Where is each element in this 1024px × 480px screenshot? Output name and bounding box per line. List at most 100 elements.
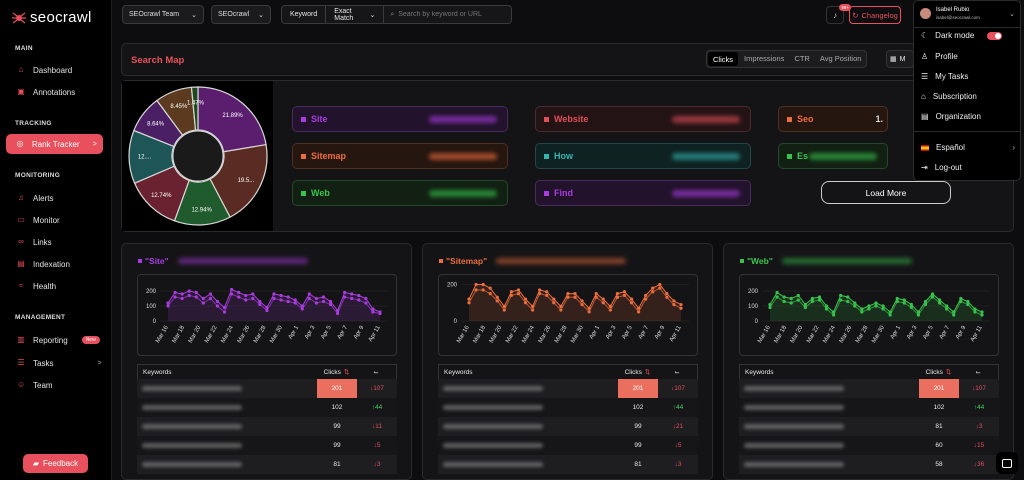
data-point[interactable] [824,304,829,308]
data-point[interactable] [622,290,627,294]
data-point[interactable] [909,302,913,307]
data-point[interactable] [474,282,478,287]
data-point[interactable] [629,297,634,301]
table-row[interactable]: 102 ↑44 [438,398,698,417]
keyword-pill[interactable]: Find [535,180,751,206]
menu-item-profile[interactable]: ♙ Profile [921,52,958,61]
data-point[interactable] [166,301,170,305]
keyword-pill[interactable]: Web [292,180,508,206]
data-point[interactable] [615,292,619,296]
logo[interactable]: seocrawl [12,9,92,26]
data-point[interactable] [959,296,963,301]
table-row[interactable]: 99 ↓5 [137,436,397,455]
data-point[interactable] [523,297,528,301]
sidebar-item-rank-tracker[interactable]: ◎ Rank Tracker > [6,134,103,154]
keyword-pill[interactable]: Site [292,106,508,132]
sidebar-item-dashboard[interactable]: ⌂ Dashboard [17,63,73,77]
data-point[interactable] [314,296,318,301]
data-point[interactable] [321,295,326,299]
data-point[interactable] [665,292,669,296]
sidebar-item-reporting[interactable]: ▥ Reporting New [17,333,100,347]
data-point[interactable] [644,293,648,298]
data-point[interactable] [952,310,956,314]
data-point[interactable] [895,296,899,301]
data-point[interactable] [775,290,779,295]
data-point[interactable] [300,304,304,308]
table-row[interactable]: 99 ↓5 [438,436,698,455]
sidebar-item-health[interactable]: ≈ Health [17,279,56,293]
data-point[interactable] [782,295,786,299]
match-type-select[interactable]: Exact Match ⌄ [326,6,385,23]
date-range-picker[interactable]: ▦ M [886,50,914,68]
data-point[interactable] [594,292,598,296]
data-point[interactable] [874,301,878,305]
load-more-button[interactable]: Load More [821,181,951,204]
data-point[interactable] [930,292,935,296]
column-header-clicks[interactable]: Clicks ⇅ [317,365,357,379]
data-point[interactable] [502,304,506,308]
tab-impressions[interactable]: Impressions [739,51,789,67]
data-point[interactable] [832,310,836,314]
data-point[interactable] [293,298,297,302]
data-point[interactable] [573,292,577,296]
sidebar-item-annotations[interactable]: ▣ Annotations [17,85,75,99]
data-point[interactable] [658,282,662,287]
trend-chart-icon[interactable]: ⌙ [657,365,697,379]
data-point[interactable] [980,310,984,314]
data-point[interactable] [307,292,311,296]
data-point[interactable] [608,304,612,308]
data-point[interactable] [545,290,549,294]
data-point[interactable] [265,305,269,310]
data-point[interactable] [222,305,227,310]
data-point[interactable] [516,288,521,292]
sidebar-item-alerts[interactable]: ♫ Alerts [17,191,53,205]
data-point[interactable] [867,304,871,308]
sidebar-item-team[interactable]: ☺ Team [17,378,53,392]
data-point[interactable] [580,299,584,303]
menu-item-language[interactable]: Español › [921,143,1015,152]
sidebar-item-tasks[interactable]: ☰ Tasks > [17,356,101,370]
sidebar-item-indexation[interactable]: ▤ Indexation [17,257,70,271]
data-point[interactable] [817,295,822,299]
data-point[interactable] [251,292,255,296]
data-point[interactable] [902,298,906,302]
trend-chart-icon[interactable]: ⌙ [356,365,396,379]
data-point[interactable] [860,307,864,311]
table-row[interactable]: 102 ↑44 [137,398,397,417]
data-point[interactable] [839,293,843,298]
data-point[interactable] [180,292,184,296]
data-point[interactable] [230,287,234,292]
tab-avg-position[interactable]: Avg Position [815,51,867,67]
chat-widget-button[interactable] [996,452,1018,474]
keyword-pill[interactable]: Seo 1. [778,106,888,132]
data-point[interactable] [679,302,683,307]
data-point[interactable] [651,286,655,290]
data-point[interactable] [881,304,885,308]
table-row[interactable]: 102 ↑44 [739,398,999,417]
table-row[interactable]: 99 ↓21 [438,417,698,436]
data-point[interactable] [637,306,641,310]
table-row[interactable]: 60 ↓15 [739,436,999,455]
data-point[interactable] [258,299,262,304]
search-type-select[interactable]: Keyword [282,6,327,23]
data-point[interactable] [587,306,591,310]
data-point[interactable] [768,302,772,307]
data-point[interactable] [495,295,499,299]
data-point[interactable] [244,293,248,298]
data-point[interactable] [846,295,850,299]
dark-mode-toggle-row[interactable]: ☾ Dark mode [921,31,1003,40]
team-select[interactable]: SEOcrawl Team ⌄ [122,5,204,24]
data-point[interactable] [237,290,241,295]
data-point[interactable] [201,296,205,301]
column-header-clicks[interactable]: Clicks ⇅ [618,365,658,379]
data-point[interactable] [672,299,676,303]
trend-chart-icon[interactable]: ⌙ [958,365,998,379]
sidebar-item-links[interactable]: ∞ Links [17,235,52,249]
dark-mode-toggle[interactable] [987,31,1003,40]
search-input[interactable] [398,11,511,18]
project-select[interactable]: SEOcrawl ⌄ [211,5,271,24]
table-row[interactable]: 201 ↓107 [137,379,397,398]
data-point[interactable] [945,304,949,308]
data-point[interactable] [938,298,942,302]
data-point[interactable] [343,290,347,295]
